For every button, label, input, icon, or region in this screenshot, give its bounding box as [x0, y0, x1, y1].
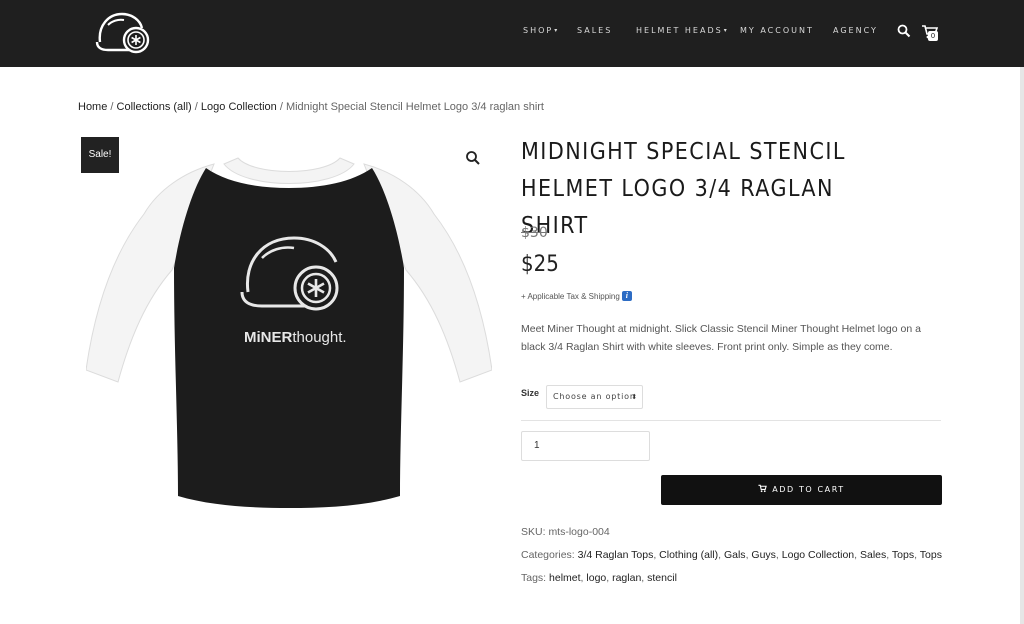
chevron-down-icon: ▾ [554, 27, 560, 34]
tag-link[interactable]: helmet [549, 572, 581, 584]
category-link[interactable]: Sales [860, 549, 886, 561]
breadcrumb-separator: / [110, 101, 114, 113]
breadcrumb-separator: / [194, 101, 198, 113]
breadcrumb-logo-collection[interactable]: Logo Collection [201, 101, 277, 113]
sale-badge: Sale! [81, 137, 119, 173]
sale-price: $25 [521, 252, 559, 277]
divider [521, 420, 941, 421]
quantity-input[interactable]: 1 [521, 431, 650, 461]
cart-count-badge: 0 [928, 31, 938, 41]
tax-shipping-label: + Applicable Tax & Shipping [521, 292, 620, 301]
nav-agency[interactable]: AGENCY [833, 26, 878, 35]
nav-shop[interactable]: SHOP▾ [523, 26, 559, 35]
add-to-cart-button[interactable]: ADD TO CART [661, 475, 942, 505]
nav-my-account[interactable]: MY ACCOUNT [740, 26, 814, 35]
product-image[interactable]: MiNERthought. [86, 150, 492, 512]
size-select[interactable]: Choose an option ⬍ [546, 385, 643, 409]
category-link[interactable]: Tops [892, 549, 914, 561]
category-link[interactable]: Clothing (all) [659, 549, 718, 561]
sku-value: mts-logo-004 [548, 526, 610, 538]
breadcrumb: Home / Collections (all) / Logo Collecti… [78, 101, 544, 113]
product-title: Midnight Special Stencil Helmet Logo 3/4… [521, 134, 899, 245]
categories-line: Categories: 3/4 Raglan Tops, Clothing (a… [521, 549, 942, 561]
search-icon[interactable] [897, 24, 911, 38]
regular-price: $30 [521, 225, 548, 241]
nav-helmet-heads-label: HELMET HEADS [636, 26, 723, 35]
nav-sales[interactable]: SALES [577, 26, 612, 35]
site-header: SHOP▾ SALES HELMET HEADS▾ MY ACCOUNT AGE… [0, 0, 1024, 67]
nav-shop-label: SHOP [523, 26, 554, 35]
nav-sales-label: SALES [577, 26, 613, 35]
shirt-print-text: MiNERthought. [244, 329, 347, 346]
nav-my-account-label: MY ACCOUNT [740, 26, 814, 35]
sku-label: SKU: [521, 526, 546, 538]
info-icon[interactable]: i [621, 291, 632, 301]
product-title-line-2: Helmet Logo 3/4 Raglan Shirt [521, 176, 834, 239]
add-to-cart-label: ADD TO CART [772, 485, 845, 494]
tags-label: Tags: [521, 572, 547, 584]
tax-shipping-note: + Applicable Tax & Shipping i [521, 291, 632, 301]
categories-label: Categories: [521, 549, 575, 561]
cart-icon [758, 484, 768, 493]
zoom-icon[interactable] [465, 150, 481, 166]
nav-agency-label: AGENCY [833, 26, 878, 35]
tag-link[interactable]: raglan [612, 572, 641, 584]
size-label: Size [521, 388, 540, 398]
tag-link[interactable]: stencil [647, 572, 677, 584]
breadcrumb-separator: / [279, 101, 283, 113]
product-description: Meet Miner Thought at midnight. Slick Cl… [521, 323, 921, 353]
breadcrumb-current: Midnight Special Stencil Helmet Logo 3/4… [285, 101, 544, 113]
breadcrumb-home[interactable]: Home [78, 101, 107, 113]
helmet-logo-icon[interactable] [94, 8, 152, 56]
category-link[interactable]: Guys [751, 549, 776, 561]
page-edge [1020, 67, 1024, 624]
nav-helmet-heads[interactable]: HELMET HEADS▾ [636, 26, 729, 35]
category-link[interactable]: Logo Collection [782, 549, 854, 561]
select-arrows-icon: ⬍ [631, 393, 638, 401]
tag-link[interactable]: logo [586, 572, 606, 584]
product-title-line-1: Midnight Special Stencil [521, 139, 846, 165]
chevron-down-icon: ▾ [723, 27, 729, 34]
category-link[interactable]: Tops [920, 549, 942, 561]
breadcrumb-collections[interactable]: Collections (all) [117, 101, 192, 113]
sku-line: SKU: mts-logo-004 [521, 526, 610, 538]
size-select-value: Choose an option [553, 392, 636, 401]
category-link[interactable]: 3/4 Raglan Tops [578, 549, 654, 561]
tags-line: Tags: helmet, logo, raglan, stencil [521, 572, 677, 584]
category-link[interactable]: Gals [724, 549, 746, 561]
